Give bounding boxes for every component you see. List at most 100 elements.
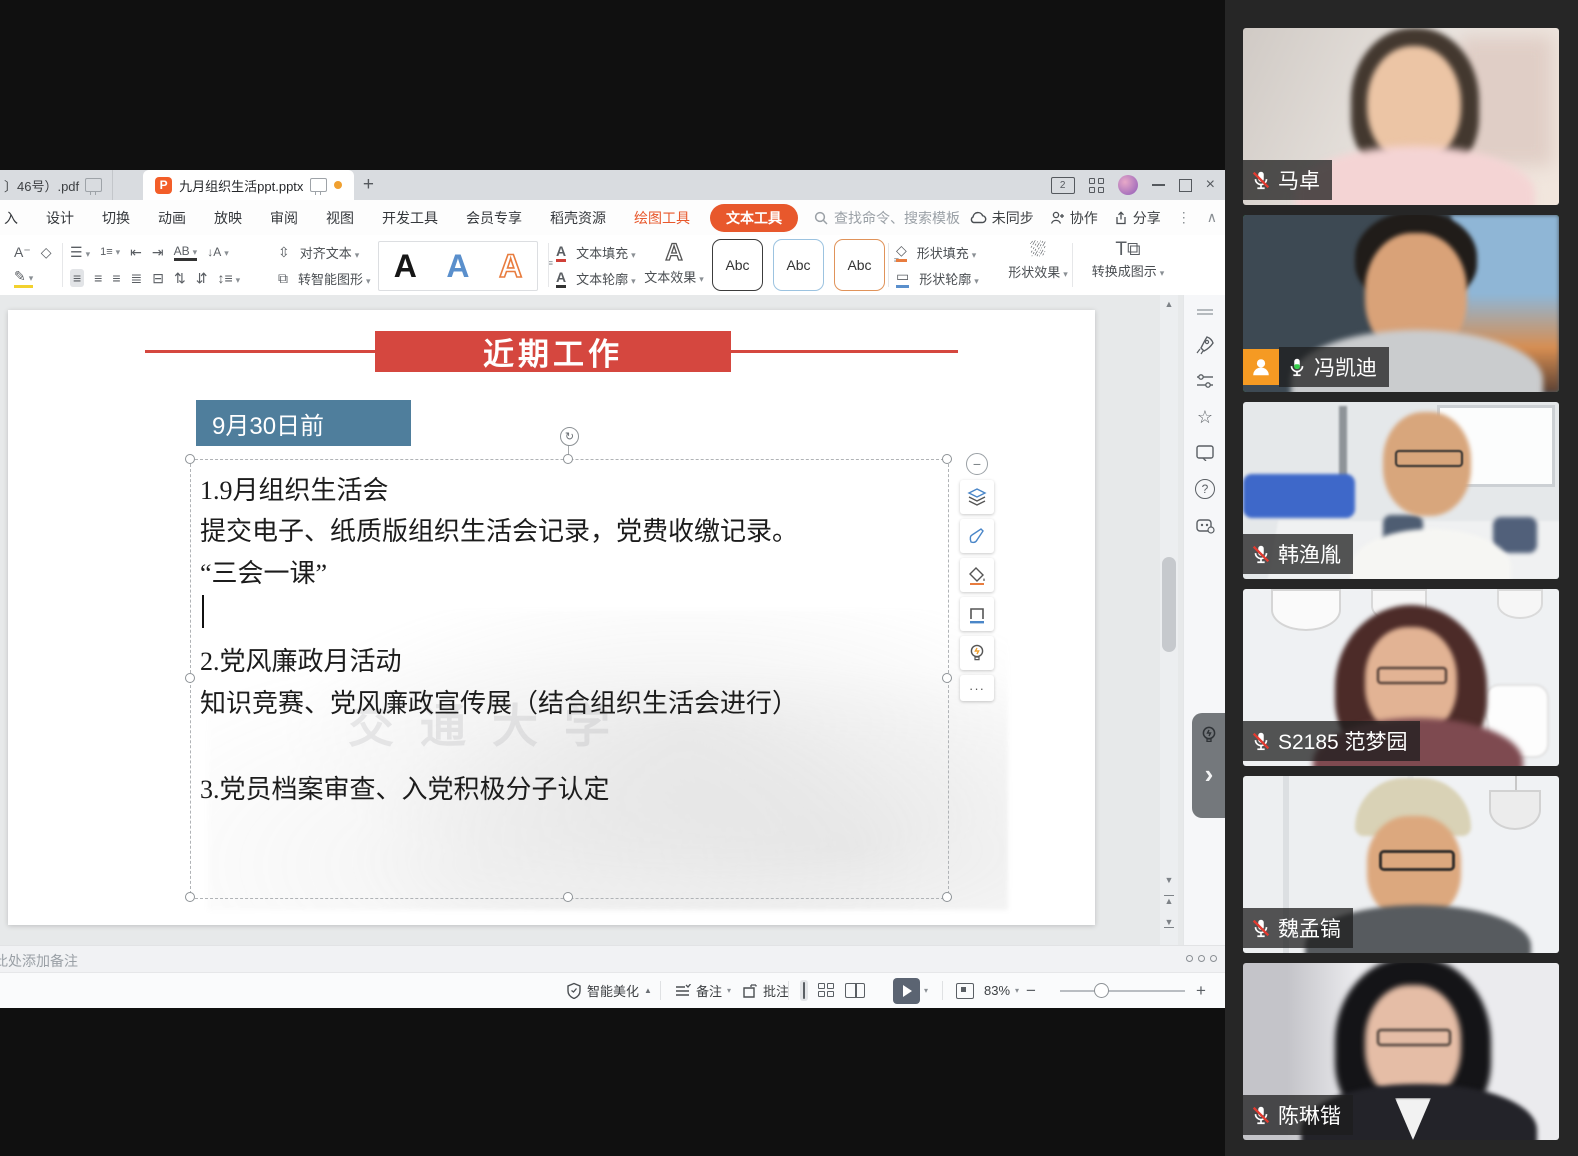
participant-tile[interactable]: 韩渔胤 <box>1243 402 1559 579</box>
layer-order-button[interactable] <box>960 480 994 514</box>
text-effects-button[interactable]: A 文本效果 <box>642 239 706 286</box>
distribute-button[interactable]: ⊟ <box>152 270 164 287</box>
justify-button[interactable]: ≣ <box>131 270 143 287</box>
character-spacing-button[interactable]: AB <box>174 244 198 261</box>
slide-sorter-view-button[interactable] <box>818 983 835 999</box>
collapsed-panel-toggle[interactable]: › <box>1192 713 1226 818</box>
slide-title[interactable]: 近期工作 <box>375 331 731 372</box>
fit-to-window-button[interactable] <box>956 973 974 1008</box>
notes-more-options-icon[interactable] <box>1186 955 1217 962</box>
selection-handle-bottom-left[interactable] <box>185 892 195 902</box>
vertical-scrollbar[interactable]: ▲ ▼ ▲ ▼ <box>1160 295 1178 945</box>
bullet-list-button[interactable]: ☰ <box>70 244 90 261</box>
wordart-style-blue[interactable]: A <box>446 248 469 285</box>
help-button[interactable]: ? <box>1184 479 1226 499</box>
text-fill-button[interactable]: 文本填充 <box>576 243 636 262</box>
account-avatar[interactable] <box>1118 175 1138 195</box>
rail-drag-handle[interactable] <box>1184 303 1226 321</box>
selection-handle-top-left[interactable] <box>185 454 195 464</box>
text-outline-button[interactable]: 文本轮廓 <box>576 269 636 288</box>
body-line-2[interactable]: 提交电子、纸质版组织生活会记录，党费收缴记录。 <box>200 511 798 548</box>
menu-text-tools-active[interactable]: 文本工具 <box>710 204 798 232</box>
numbered-list-button[interactable]: 1≡ <box>100 246 120 258</box>
align-text-button[interactable]: 对齐文本 <box>300 243 360 262</box>
participant-tile[interactable]: S2185 范梦园 <box>1243 589 1559 766</box>
smart-recommend-button[interactable] <box>960 636 994 670</box>
menu-transition[interactable]: 切换 <box>88 208 144 228</box>
selection-handle-right-mid[interactable] <box>942 673 952 683</box>
notes-toggle-button[interactable]: 备注 ▾ <box>674 973 731 1008</box>
menu-docer-resources[interactable]: 稻壳资源 <box>536 208 620 228</box>
menu-animation[interactable]: 动画 <box>144 208 200 228</box>
wordart-style-orange[interactable]: A <box>499 248 522 285</box>
normal-view-button[interactable] <box>800 980 808 1001</box>
increase-indent-button[interactable]: ⇥ <box>152 244 164 261</box>
comments-button[interactable]: 批注 <box>742 973 789 1008</box>
next-slide-button[interactable]: ▼ <box>1164 917 1174 928</box>
menu-member-exclusive[interactable]: 会员专享 <box>452 208 536 228</box>
menu-developer-tools[interactable]: 开发工具 <box>368 208 452 228</box>
background-document-tab[interactable]: 〕46号）.pdf <box>0 170 113 200</box>
rotate-handle[interactable]: ↻ <box>560 427 579 446</box>
highlight-pen-icon[interactable]: ✎ <box>14 268 33 288</box>
assistant-robot-button[interactable] <box>1184 516 1226 539</box>
menu-insert-partial[interactable]: 入 <box>0 208 32 228</box>
shape-outline-button[interactable]: 形状轮廓 <box>919 269 979 288</box>
zoom-slider[interactable] <box>1060 973 1185 1008</box>
text-direction-button[interactable]: ↓A <box>207 245 229 259</box>
restore-button[interactable] <box>1179 179 1192 192</box>
shape-effects-button[interactable]: ⛆ 形状效果 <box>1002 239 1074 281</box>
to-smart-graphic-button[interactable]: 转智能图形 <box>298 269 371 288</box>
menu-slideshow[interactable]: 放映 <box>200 208 256 228</box>
active-document-tab[interactable]: P 九月组织生活ppt.pptx <box>143 170 354 200</box>
smart-beautify-button[interactable]: 智能美化 ▲ <box>566 973 652 1008</box>
reading-view-button[interactable] <box>845 983 865 998</box>
document-switch-icon[interactable]: 2 <box>1051 177 1075 194</box>
shrink-font-button[interactable]: A⁻ <box>14 244 31 261</box>
share-button[interactable]: 分享 <box>1114 208 1161 228</box>
selection-handle-top-right[interactable] <box>942 454 952 464</box>
participant-tile[interactable]: 魏孟镐 <box>1243 776 1559 953</box>
convert-to-diagram-button[interactable]: T⧉ 转换成图示 <box>1080 239 1176 280</box>
outline-color-button[interactable] <box>960 597 994 631</box>
menu-design[interactable]: 设计 <box>32 208 88 228</box>
participant-tile[interactable]: 陈琳锴 <box>1243 963 1559 1140</box>
zoom-level-button[interactable]: 83% ▾ <box>984 973 1019 1008</box>
slide[interactable]: 交通大学 近期工作 9月30日前 ↻ 1.9月组织生活会 提交电子、纸质版组织生… <box>8 310 1095 925</box>
body-line-1[interactable]: 1.9月组织生活会 <box>200 470 389 507</box>
line-spacing-down-button[interactable]: ⇵ <box>196 270 208 287</box>
menu-drawing-tools[interactable]: 绘图工具 <box>620 208 704 228</box>
line-spacing-up-button[interactable]: ⇅ <box>174 270 186 287</box>
body-line-5[interactable]: 知识竞赛、党风廉政宣传展（结合组织生活会进行） <box>200 683 798 720</box>
scroll-up-icon[interactable]: ▲ <box>1160 299 1178 309</box>
command-search[interactable]: 查找命令、搜索模板 <box>814 208 960 228</box>
wordart-style-black[interactable]: A <box>394 248 417 285</box>
quick-tools-rocket-button[interactable] <box>1184 335 1226 360</box>
date-label-box[interactable]: 9月30日前 <box>196 400 411 446</box>
shape-style-gallery[interactable]: Abc Abc Abc ≡ <box>712 239 885 291</box>
participant-tile-speaking[interactable]: 冯凯迪 <box>1243 215 1559 392</box>
format-brush-button[interactable] <box>960 519 994 553</box>
selection-handle-bottom-right[interactable] <box>942 892 952 902</box>
align-center-button[interactable]: ≡ <box>94 270 102 286</box>
shape-style-orange[interactable]: Abc <box>834 239 885 291</box>
body-line-6[interactable]: 3.党员档案审查、入党积极分子认定 <box>200 769 610 806</box>
decrease-indent-button[interactable]: ⇤ <box>130 244 142 261</box>
new-tab-button[interactable]: + <box>354 170 382 200</box>
play-options-caret-icon[interactable]: ▾ <box>924 986 928 995</box>
notes-bar[interactable]: 此处添加备注 <box>0 945 1225 973</box>
menu-view[interactable]: 视图 <box>312 208 368 228</box>
selection-handle-left-mid[interactable] <box>185 673 195 683</box>
wordart-style-gallery[interactable]: A A A ≡ <box>378 241 538 291</box>
screen-share-button[interactable] <box>1184 444 1226 466</box>
settings-sliders-button[interactable] <box>1184 372 1226 395</box>
zoom-out-button[interactable]: − <box>1026 973 1036 1008</box>
participant-tile[interactable]: 马卓 <box>1243 28 1559 205</box>
shape-style-black[interactable]: Abc <box>712 239 763 291</box>
scrollbar-thumb[interactable] <box>1162 557 1176 652</box>
line-spacing-button[interactable]: ↕≡ <box>217 270 240 286</box>
shape-fill-button[interactable]: 形状填充 <box>917 243 977 262</box>
align-left-button[interactable]: ≡ <box>70 269 84 287</box>
shape-style-blue[interactable]: Abc <box>773 239 824 291</box>
collaborate-button[interactable]: 协作 <box>1050 208 1098 228</box>
